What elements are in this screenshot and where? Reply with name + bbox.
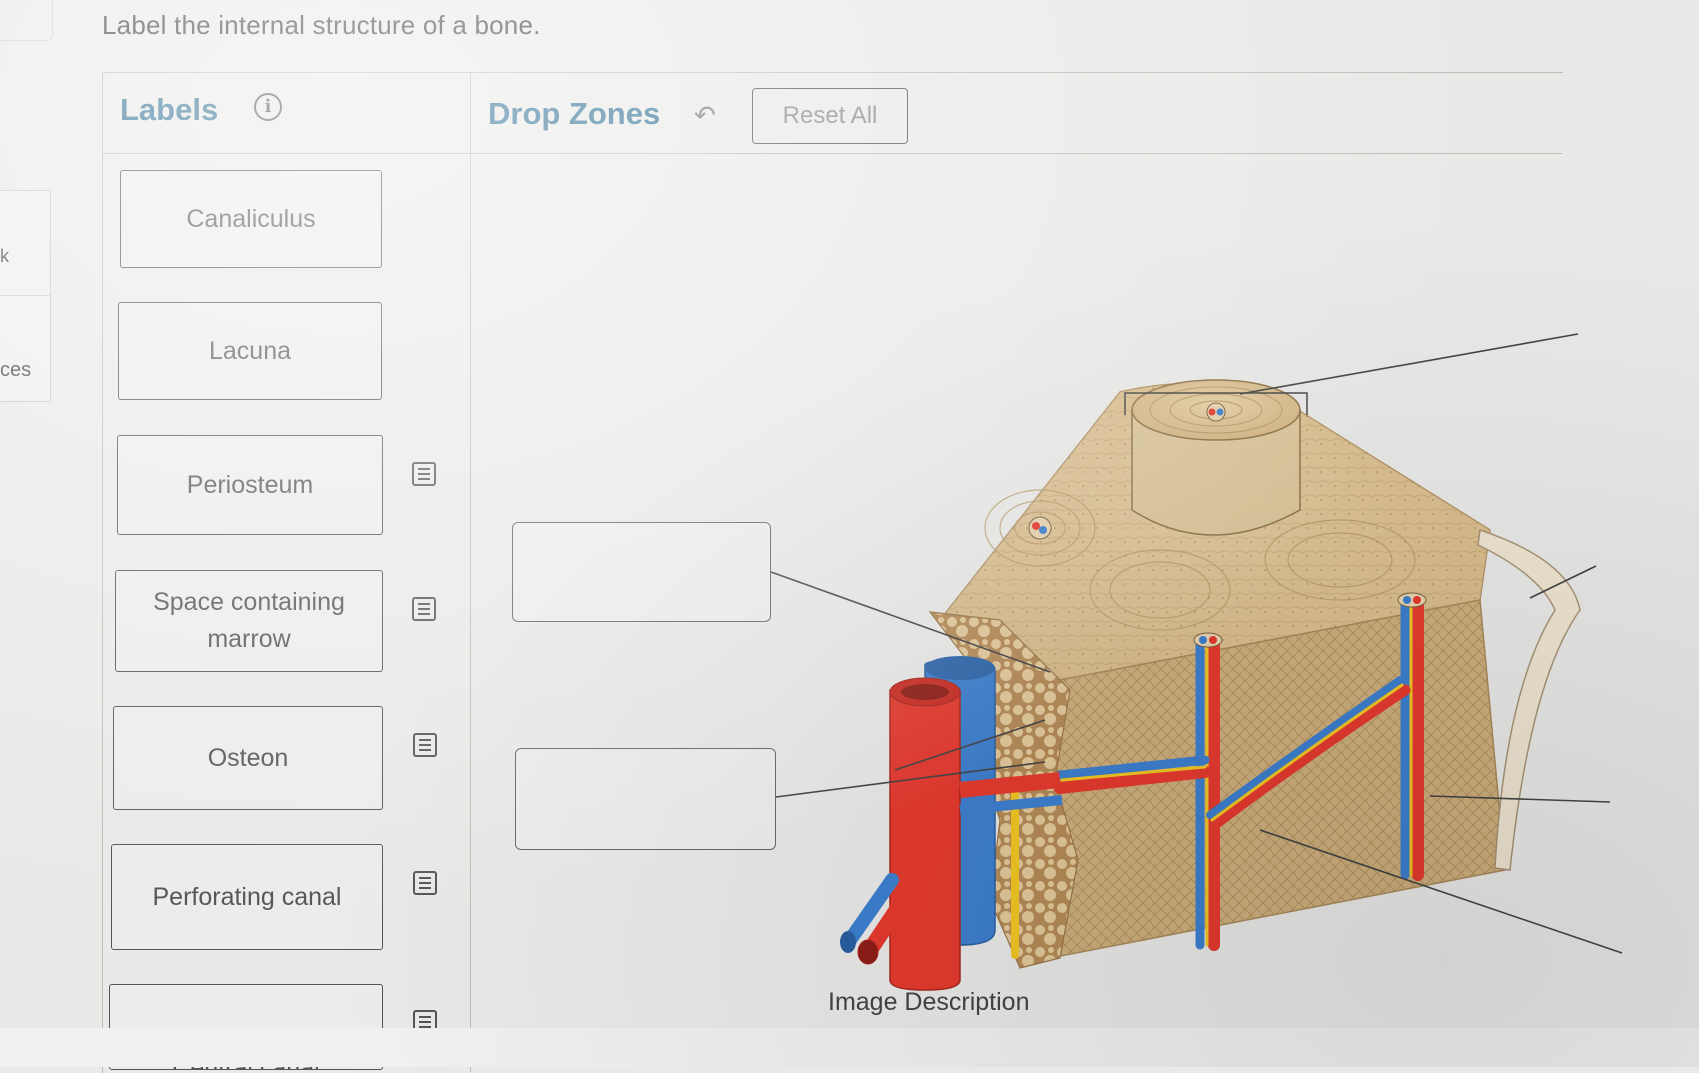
bottom-edge	[0, 1028, 1699, 1067]
image-description-link[interactable]: Image Description	[828, 988, 1029, 1017]
drop-zone-2[interactable]	[515, 748, 776, 850]
bone-illustration	[770, 333, 1623, 991]
drop-zone-1[interactable]	[512, 522, 771, 622]
